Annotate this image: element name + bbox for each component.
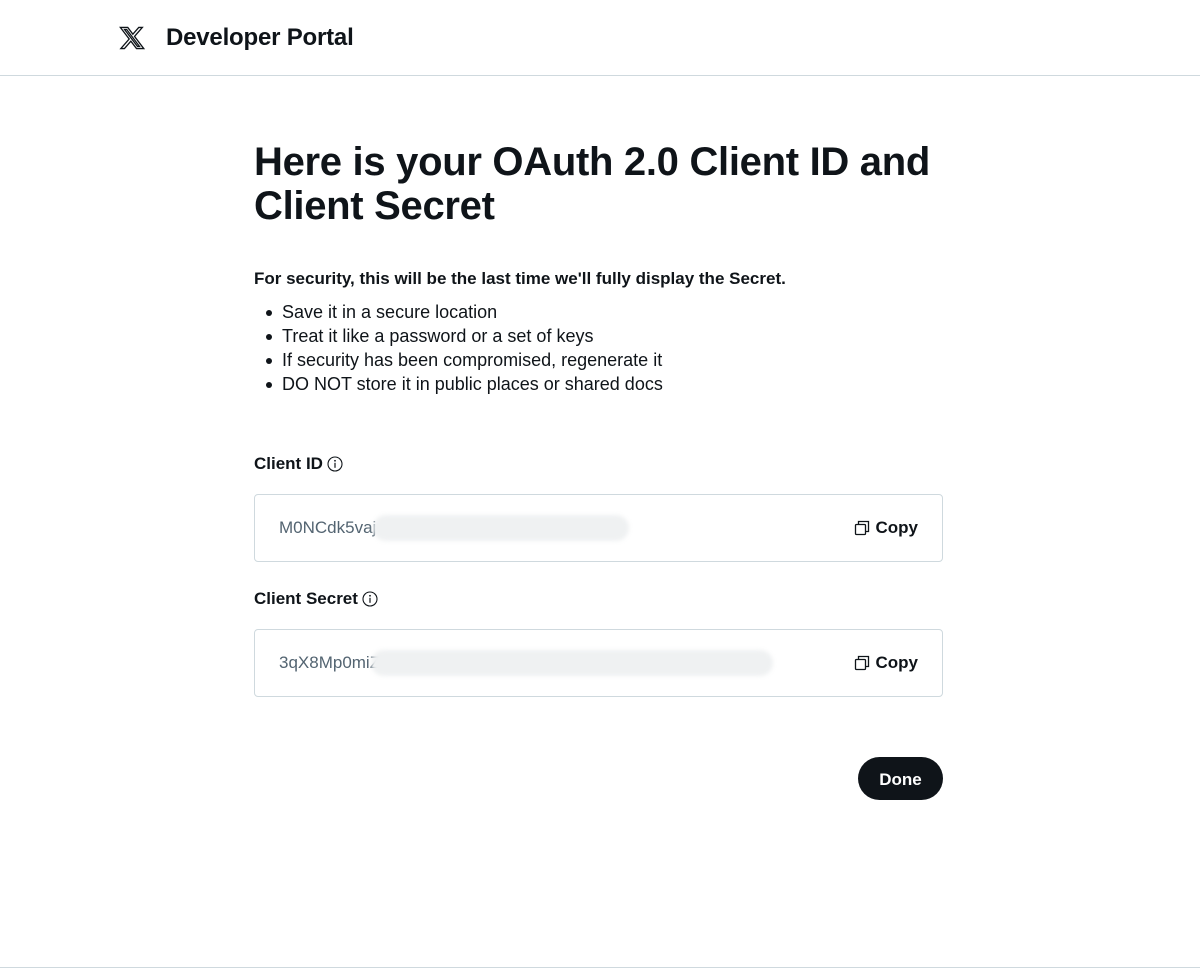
- bottom-divider: [0, 967, 1200, 968]
- security-tips-list: Save it in a secure location Treat it li…: [254, 300, 943, 396]
- copy-client-id-button[interactable]: Copy: [854, 517, 919, 539]
- brand-title[interactable]: Developer Portal: [166, 24, 354, 52]
- client-id-value: M0NCdk5vaj: [279, 518, 377, 537]
- info-icon[interactable]: [362, 591, 378, 607]
- copy-label: Copy: [875, 653, 919, 672]
- client-secret-label-text: Client Secret: [254, 589, 358, 608]
- page-title: Here is your OAuth 2.0 Client ID and Cli…: [254, 140, 930, 228]
- security-note: For security, this will be the last time…: [254, 269, 786, 288]
- client-secret-value: 3qX8Mp0miZ: [279, 653, 381, 672]
- client-id-label-text: Client ID: [254, 454, 323, 473]
- done-button[interactable]: Done: [858, 757, 943, 800]
- list-item: Save it in a secure location: [266, 300, 943, 324]
- credentials-panel: Here is your OAuth 2.0 Client ID and Cli…: [254, 140, 943, 800]
- client-id-field[interactable]: M0NCdk5vaj Copy: [254, 494, 943, 562]
- copy-label: Copy: [875, 518, 919, 537]
- redaction-overlay: [371, 650, 773, 676]
- redaction-overlay: [373, 515, 629, 541]
- client-id-label: Client ID: [254, 453, 343, 475]
- copy-client-secret-button[interactable]: Copy: [854, 652, 919, 674]
- list-item: If security has been compromised, regene…: [266, 348, 943, 372]
- x-logo-icon[interactable]: [119, 25, 145, 51]
- client-secret-label: Client Secret: [254, 588, 378, 610]
- top-header: Developer Portal: [0, 0, 1200, 76]
- list-item: DO NOT store it in public places or shar…: [266, 372, 943, 396]
- copy-icon: [854, 655, 869, 671]
- client-secret-field[interactable]: 3qX8Mp0miZ Copy: [254, 629, 943, 697]
- info-icon[interactable]: [327, 456, 343, 472]
- list-item: Treat it like a password or a set of key…: [266, 324, 943, 348]
- copy-icon: [854, 520, 869, 536]
